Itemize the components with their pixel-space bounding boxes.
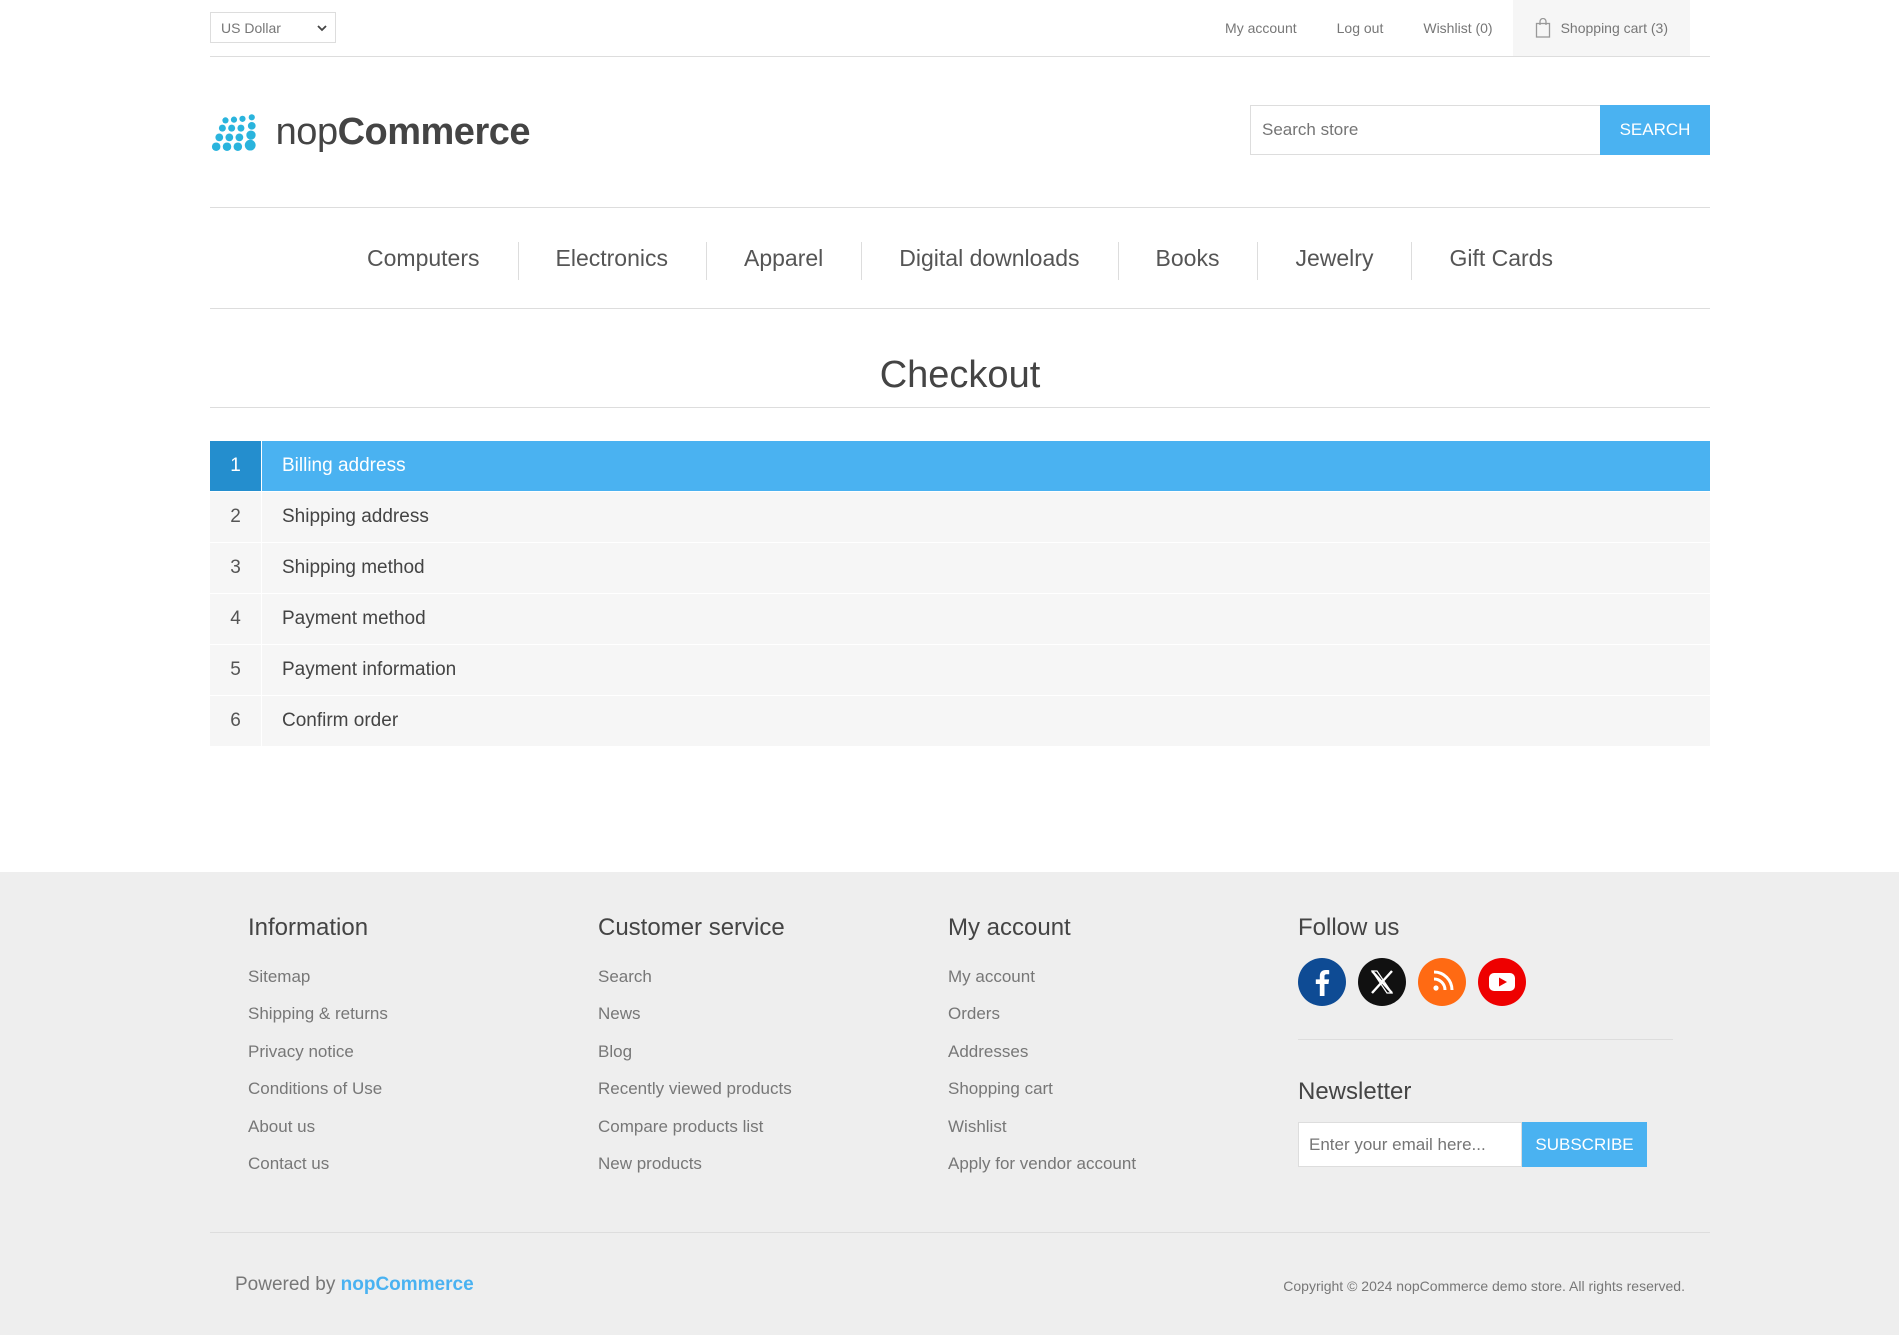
step-payment-method[interactable]: 4 Payment method [210, 594, 1710, 644]
footer-link-orders[interactable]: Orders [948, 995, 1136, 1032]
menu-item-apparel[interactable]: Apparel [705, 241, 861, 280]
search-button[interactable]: SEARCH [1600, 105, 1710, 155]
step-label: Payment method [282, 608, 426, 629]
footer-link-recently-viewed[interactable]: Recently viewed products [598, 1070, 792, 1107]
footer-link-shopping-cart[interactable]: Shopping cart [948, 1070, 1136, 1107]
powered-by: Powered by nopCommerce [235, 1274, 474, 1296]
footer-link-addresses[interactable]: Addresses [948, 1033, 1136, 1070]
footer-heading: Follow us [1298, 914, 1400, 941]
store-logo[interactable]: nopCommerce [210, 104, 531, 160]
logo-text: nopCommerce [275, 110, 531, 153]
x-icon[interactable] [1358, 958, 1406, 1006]
footer: Information Sitemap Shipping & returns P… [0, 872, 1899, 1335]
footer-heading: Information [248, 914, 369, 941]
footer-link-sitemap[interactable]: Sitemap [248, 958, 388, 995]
footer-link-privacy-notice[interactable]: Privacy notice [248, 1033, 388, 1070]
footer-customer-service: Customer service Search News Blog Recent… [598, 914, 792, 1182]
footer-link-about-us[interactable]: About us [248, 1108, 388, 1145]
menu-item-computers[interactable]: Computers [329, 245, 517, 272]
footer-information: Information Sitemap Shipping & returns P… [248, 914, 388, 1182]
menu-item-books[interactable]: Books [1117, 241, 1258, 280]
step-label: Shipping method [282, 557, 425, 578]
page-title: Checkout [879, 354, 1041, 396]
step-confirm-order[interactable]: 6 Confirm order [210, 696, 1710, 746]
step-payment-information[interactable]: 5 Payment information [210, 645, 1710, 695]
search-box: SEARCH [1250, 105, 1710, 155]
footer-link-wishlist[interactable]: Wishlist [948, 1108, 1136, 1145]
footer-link-my-account[interactable]: My account [948, 958, 1136, 995]
step-label: Billing address [282, 455, 406, 476]
subscribe-button[interactable]: SUBSCRIBE [1522, 1122, 1647, 1167]
footer-heading: My account [948, 914, 1071, 941]
step-number: 6 [210, 696, 262, 746]
footer-link-conditions-of-use[interactable]: Conditions of Use [248, 1070, 388, 1107]
footer-follow-us: Follow us Newsletter SUBSCRIBE [1298, 914, 1673, 1167]
step-number: 5 [210, 645, 262, 695]
page-title-bar: Checkout [210, 352, 1710, 408]
checkout-steps: 1 Billing address 2 Shipping address 3 S… [210, 441, 1710, 747]
newsletter-form: SUBSCRIBE [1298, 1122, 1673, 1167]
newsletter-heading: Newsletter [1298, 1078, 1412, 1105]
powered-by-link[interactable]: nopCommerce [341, 1274, 474, 1295]
step-number: 3 [210, 543, 262, 593]
step-number: 1 [210, 441, 262, 491]
copyright-text: Copyright © 2024 nopCommerce demo store.… [1283, 1278, 1685, 1294]
step-shipping-method[interactable]: 3 Shipping method [210, 543, 1710, 593]
youtube-icon[interactable] [1478, 958, 1526, 1006]
menu-item-electronics[interactable]: Electronics [517, 241, 706, 280]
footer-link-contact-us[interactable]: Contact us [248, 1145, 388, 1182]
top-menu: Computers Electronics Apparel Digital do… [210, 207, 1710, 309]
menu-item-jewelry[interactable]: Jewelry [1257, 241, 1411, 280]
footer-link-search[interactable]: Search [598, 958, 792, 995]
step-label: Payment information [282, 659, 457, 680]
footer-link-vendor-account[interactable]: Apply for vendor account [948, 1145, 1136, 1182]
footer-my-account: My account My account Orders Addresses S… [948, 914, 1136, 1182]
step-number: 2 [210, 492, 262, 542]
search-input[interactable] [1250, 105, 1600, 155]
step-billing-address[interactable]: 1 Billing address [210, 441, 1710, 491]
footer-divider [1298, 1039, 1673, 1040]
facebook-icon[interactable] [1298, 958, 1346, 1006]
rss-icon[interactable] [1418, 958, 1466, 1006]
nopcommerce-logo-icon [211, 114, 256, 151]
menu-item-digital-downloads[interactable]: Digital downloads [861, 241, 1117, 280]
step-label: Confirm order [282, 710, 399, 731]
header-main: nopCommerce SEARCH [210, 0, 1710, 200]
step-shipping-address[interactable]: 2 Shipping address [210, 492, 1710, 542]
footer-link-blog[interactable]: Blog [598, 1033, 792, 1070]
footer-heading: Customer service [598, 914, 785, 941]
footer-lower: Powered by nopCommerce Copyright © 2024 … [210, 1232, 1710, 1335]
footer-link-compare-products[interactable]: Compare products list [598, 1108, 792, 1145]
step-number: 4 [210, 594, 262, 644]
footer-link-news[interactable]: News [598, 995, 792, 1032]
footer-link-shipping-returns[interactable]: Shipping & returns [248, 995, 388, 1032]
newsletter-email-input[interactable] [1298, 1122, 1522, 1167]
social-links [1298, 958, 1673, 1006]
step-label: Shipping address [282, 506, 429, 527]
powered-by-text: Powered by [235, 1274, 336, 1295]
menu-item-gift-cards[interactable]: Gift Cards [1411, 241, 1591, 280]
footer-link-new-products[interactable]: New products [598, 1145, 792, 1182]
